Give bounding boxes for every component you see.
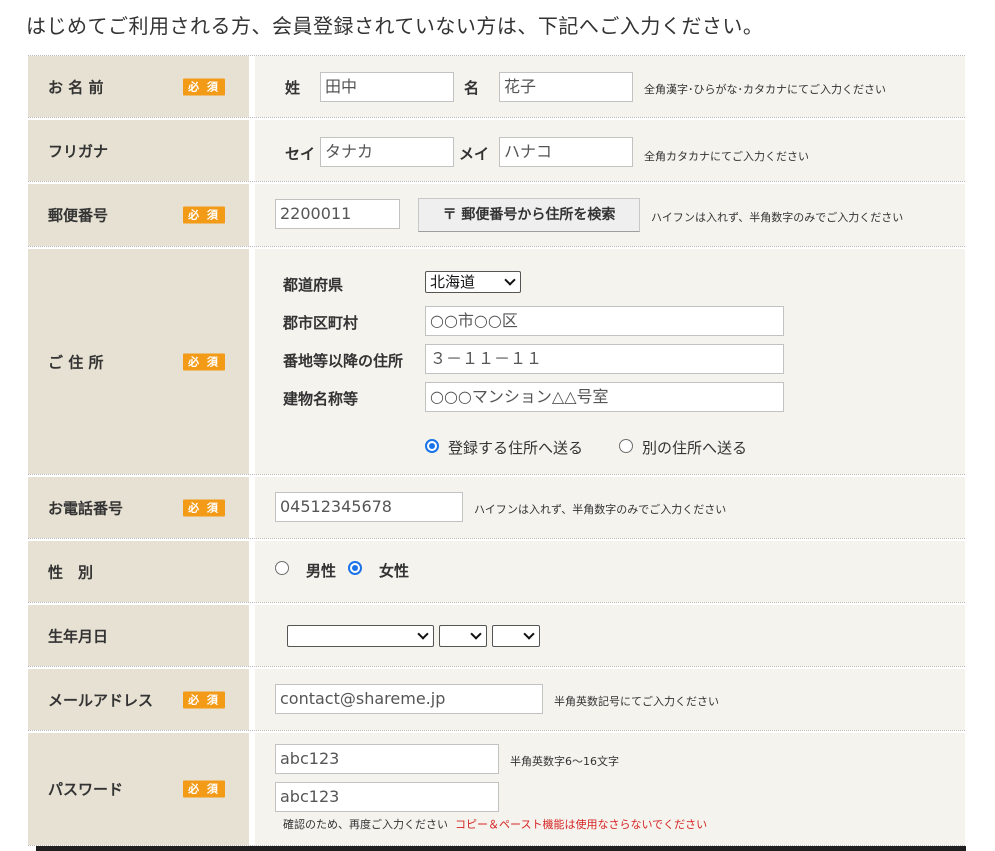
gender-female-radio[interactable] (348, 561, 362, 575)
required-badge: 必 須 (183, 499, 225, 516)
prefecture-value: 北海道 (430, 273, 476, 291)
sei-label: 姓 (285, 79, 301, 97)
row-address: ご 住 所 必 須 都道府県 北海道 郡市区町村 ○○市○○区 番地等以降の住所… (28, 249, 965, 475)
first-name-kana-input[interactable]: ハナコ (499, 137, 633, 167)
content-cell-gender: 男性 女性 (255, 541, 965, 602)
mei-kana-label: メイ (459, 145, 490, 163)
label-cell-gender: 性 別 (28, 541, 249, 602)
last-name-input[interactable]: 田中 (320, 72, 454, 102)
required-badge: 必 須 (183, 206, 225, 224)
row-password: パスワード 必 須 abc123 半角英数字6〜16文字 abc123 確認のた… (28, 733, 965, 846)
city-label: 郡市区町村 (283, 314, 359, 332)
label-cell-furigana: フリガナ (28, 120, 249, 181)
chevron-down-icon (470, 628, 482, 640)
ship-other-radio[interactable] (619, 439, 633, 453)
birth-month-select[interactable] (439, 625, 487, 647)
content-cell-password: abc123 半角英数字6〜16文字 abc123 確認のため、再度ご入力くださ… (255, 733, 965, 845)
copy-paste-warning: コピー＆ペースト機能は使用なさらないでください (455, 818, 708, 831)
chevron-down-icon (523, 628, 535, 640)
ship-other-label[interactable]: 別の住所へ送る (642, 437, 747, 458)
password-input[interactable]: abc123 (275, 744, 499, 774)
email-label: メールアドレス (48, 691, 154, 709)
email-input[interactable]: contact@shareme.jp (275, 684, 543, 714)
bottom-scrollbar[interactable] (36, 846, 966, 851)
street-input[interactable]: ３－１１－１１ (425, 344, 784, 374)
birthday-label: 生年月日 (48, 627, 109, 645)
content-cell-furigana: セイ タナカ メイ ハナコ 全角カタカナにてご入力ください (255, 120, 965, 181)
email-note: 半角英数記号にてご入力ください (554, 695, 719, 708)
row-gender: 性 別 男性 女性 (28, 541, 965, 603)
registration-form: お 名 前 必 須 姓 田中 名 花子 全角漢字･ひらがな･カタカナにてご入力く… (28, 55, 965, 846)
content-cell-name: 姓 田中 名 花子 全角漢字･ひらがな･カタカナにてご入力ください (255, 56, 965, 117)
label-cell-phone: お電話番号 必 須 (28, 477, 249, 538)
birth-year-select[interactable] (287, 625, 434, 647)
label-cell-name: お 名 前 必 須 (28, 56, 249, 117)
address-label: ご 住 所 (48, 353, 104, 371)
ship-registered-radio[interactable] (425, 439, 439, 453)
first-name-input[interactable]: 花子 (499, 72, 633, 102)
prefecture-label: 都道府県 (283, 276, 344, 294)
postal-search-button[interactable]: 〒 郵便番号から住所を検索 (418, 198, 640, 232)
phone-input[interactable]: 04512345678 (275, 492, 463, 522)
page-heading: はじめてご利用される方、会員登録されていない方は、下記へご入力ください。 (26, 14, 764, 38)
furigana-note: 全角カタカナにてご入力ください (644, 150, 809, 163)
ship-registered-label[interactable]: 登録する住所へ送る (448, 437, 583, 458)
row-furigana: フリガナ セイ タナカ メイ ハナコ 全角カタカナにてご入力ください (28, 120, 965, 182)
gender-female-label[interactable]: 女性 (379, 560, 409, 581)
row-name: お 名 前 必 須 姓 田中 名 花子 全角漢字･ひらがな･カタカナにてご入力く… (28, 56, 965, 118)
content-cell-email: contact@shareme.jp 半角英数記号にてご入力ください (255, 669, 965, 730)
content-cell-birthday (255, 605, 965, 666)
furigana-label: フリガナ (48, 142, 109, 160)
last-name-kana-input[interactable]: タナカ (320, 137, 454, 167)
city-input[interactable]: ○○市○○区 (425, 306, 784, 336)
sei-kana-label: セイ (285, 145, 316, 163)
password-confirm-note: 確認のため、再度ご入力ください (283, 818, 448, 831)
label-cell-birthday: 生年月日 (28, 605, 249, 666)
prefecture-select[interactable]: 北海道 (425, 271, 521, 293)
required-badge: 必 須 (183, 353, 225, 370)
name-note: 全角漢字･ひらがな･カタカナにてご入力ください (644, 83, 886, 96)
chevron-down-icon (417, 628, 429, 640)
postal-note: ハイフンは入れず、半角数字のみでご入力ください (651, 211, 904, 224)
birth-day-select[interactable] (492, 625, 540, 647)
postal-label: 郵便番号 (48, 206, 109, 225)
password-note: 半角英数字6〜16文字 (510, 755, 619, 768)
content-cell-address: 都道府県 北海道 郡市区町村 ○○市○○区 番地等以降の住所 ３－１１－１１ 建… (255, 249, 965, 474)
gender-male-radio[interactable] (275, 561, 289, 575)
street-label: 番地等以降の住所 (283, 352, 404, 370)
required-badge: 必 須 (183, 691, 225, 708)
required-badge: 必 須 (183, 780, 225, 798)
phone-label: お電話番号 (48, 499, 124, 517)
postal-code-input[interactable]: 2200011 (275, 199, 400, 229)
row-email: メールアドレス 必 須 contact@shareme.jp 半角英数記号にてご… (28, 669, 965, 731)
password-label: パスワード (48, 780, 124, 799)
content-cell-postal: 2200011 〒 郵便番号から住所を検索 ハイフンは入れず、半角数字のみでご入… (255, 184, 965, 246)
chevron-down-icon (504, 274, 516, 286)
row-phone: お電話番号 必 須 04512345678 ハイフンは入れず、半角数字のみでご入… (28, 477, 965, 539)
required-badge: 必 須 (183, 78, 225, 95)
building-input[interactable]: ○○○マンション△△号室 (425, 382, 784, 412)
mei-label: 名 (464, 79, 480, 97)
content-cell-phone: 04512345678 ハイフンは入れず、半角数字のみでご入力ください (255, 477, 965, 538)
label-cell-email: メールアドレス 必 須 (28, 669, 249, 730)
label-cell-postal: 郵便番号 必 須 (28, 184, 249, 246)
row-postal: 郵便番号 必 須 2200011 〒 郵便番号から住所を検索 ハイフンは入れず、… (28, 184, 965, 247)
gender-male-label[interactable]: 男性 (306, 560, 336, 581)
row-birthday: 生年月日 (28, 605, 965, 667)
label-cell-password: パスワード 必 須 (28, 733, 249, 845)
name-label: お 名 前 (48, 78, 104, 96)
label-cell-address: ご 住 所 必 須 (28, 249, 249, 474)
phone-note: ハイフンは入れず、半角数字のみでご入力ください (474, 503, 727, 516)
gender-label: 性 別 (48, 563, 94, 581)
password-confirm-input[interactable]: abc123 (275, 782, 499, 812)
building-label: 建物名称等 (283, 390, 359, 408)
